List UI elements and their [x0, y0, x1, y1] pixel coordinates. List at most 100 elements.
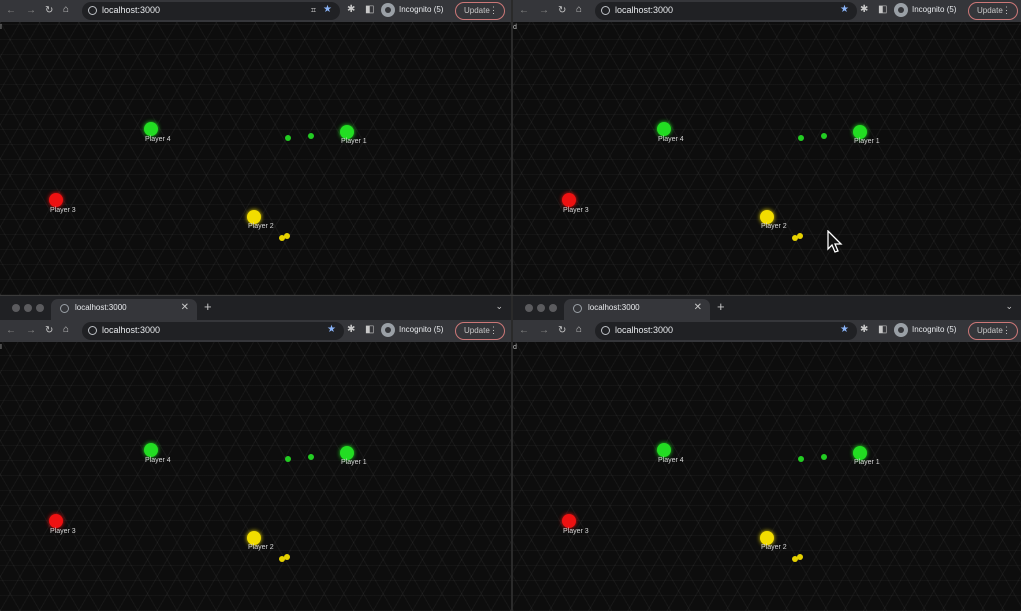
- player-1-label: Player 1: [341, 138, 367, 145]
- player-1-label: Player 1: [854, 138, 880, 145]
- reload-icon[interactable]: ↻: [45, 5, 53, 17]
- update-button[interactable]: Update ⋮: [455, 322, 505, 340]
- plus-icon[interactable]: +: [717, 299, 725, 314]
- info-icon[interactable]: [601, 326, 610, 335]
- forward-icon[interactable]: →: [26, 325, 36, 337]
- player-3-blob: [49, 193, 63, 207]
- incognito-icon[interactable]: [894, 323, 908, 337]
- star-icon[interactable]: ★: [327, 324, 336, 335]
- side-panel-icon[interactable]: ◧: [878, 324, 887, 335]
- food-pellet: [308, 133, 314, 139]
- player-1-label: Player 1: [341, 459, 367, 466]
- game-canvas[interactable]: I Player 1 Player 2 Player 3 Player 4: [0, 342, 511, 611]
- window-close-button[interactable]: [525, 304, 533, 312]
- update-button[interactable]: Update ⋮: [968, 322, 1018, 340]
- food-pellet: [284, 233, 290, 239]
- home-icon[interactable]: ⌂: [63, 324, 69, 336]
- player-1-blob: [340, 125, 354, 139]
- player-2-label: Player 2: [248, 544, 274, 551]
- food-pellet: [821, 454, 827, 460]
- side-panel-icon[interactable]: ◧: [365, 4, 374, 15]
- info-icon[interactable]: [88, 326, 97, 335]
- player-2-label: Player 2: [761, 223, 787, 230]
- player-1-blob: [340, 446, 354, 460]
- player-4-label: Player 4: [658, 136, 684, 143]
- menu-dots-icon[interactable]: ⋮: [489, 5, 498, 16]
- incognito-icon[interactable]: [381, 323, 395, 337]
- address-bar[interactable]: localhost:3000 ★: [595, 322, 857, 340]
- player-2-blob: [760, 531, 774, 545]
- game-canvas[interactable]: d Player 1 Player 2 Player 3 Player 4: [513, 342, 1021, 611]
- window-minimize-button[interactable]: [537, 304, 545, 312]
- browser-toolbar: ← → ↻ ⌂ localhost:3000 ★ ⌗ ✱ ◧ Incognito (5) Updat…: [0, 0, 511, 22]
- star-icon[interactable]: ★: [840, 324, 849, 335]
- game-canvas[interactable]: d Player 1 Player 2 Player 3 Player 4: [513, 22, 1021, 295]
- address-bar[interactable]: localhost:3000 ★ ⌗: [82, 2, 340, 20]
- star-icon[interactable]: ★: [323, 4, 332, 15]
- profile-label: Incognito (5): [399, 5, 444, 14]
- home-icon[interactable]: ⌂: [576, 324, 582, 336]
- chevron-down-icon[interactable]: ⌄: [495, 301, 503, 312]
- menu-dots-icon[interactable]: ⋮: [1002, 5, 1011, 16]
- browser-tab[interactable]: localhost:3000 ✕: [564, 299, 710, 320]
- tab-strip: localhost:3000 ✕ + ⌄: [513, 296, 1021, 320]
- browser-tab[interactable]: localhost:3000 ✕: [51, 299, 197, 320]
- forward-icon[interactable]: →: [539, 325, 549, 337]
- forward-icon[interactable]: →: [26, 5, 36, 17]
- update-label: Update: [977, 326, 1003, 335]
- back-icon[interactable]: ←: [6, 325, 16, 337]
- chevron-down-icon[interactable]: ⌄: [1005, 301, 1013, 312]
- info-icon[interactable]: [88, 6, 97, 15]
- forward-icon[interactable]: →: [539, 5, 549, 17]
- player-1-label: Player 1: [854, 459, 880, 466]
- address-bar[interactable]: localhost:3000 ★: [595, 2, 857, 20]
- incognito-icon[interactable]: [894, 3, 908, 17]
- home-icon[interactable]: ⌂: [576, 4, 582, 16]
- home-icon[interactable]: ⌂: [63, 4, 69, 16]
- back-icon[interactable]: ←: [6, 5, 16, 17]
- window-zoom-button[interactable]: [549, 304, 557, 312]
- plus-icon[interactable]: +: [204, 299, 212, 314]
- extensions-icon[interactable]: ✱: [347, 4, 355, 15]
- update-button[interactable]: Update ⋮: [968, 2, 1018, 20]
- side-panel-icon[interactable]: ◧: [365, 324, 374, 335]
- game-canvas[interactable]: I Player 1 Player 2 Player 3 Player 4: [0, 22, 511, 295]
- food-pellet: [797, 233, 803, 239]
- close-icon[interactable]: ✕: [694, 302, 702, 313]
- extensions-icon[interactable]: ✱: [860, 324, 868, 335]
- reload-icon[interactable]: ↻: [45, 325, 53, 337]
- tab-title: localhost:3000: [75, 303, 127, 312]
- info-icon[interactable]: [601, 6, 610, 15]
- player-4-label: Player 4: [145, 457, 171, 464]
- tab-title: localhost:3000: [588, 303, 640, 312]
- update-label: Update: [464, 326, 490, 335]
- window-close-button[interactable]: [12, 304, 20, 312]
- menu-dots-icon[interactable]: ⋮: [1002, 325, 1011, 336]
- player-4-blob: [144, 443, 158, 457]
- food-pellet: [284, 554, 290, 560]
- star-icon[interactable]: ★: [840, 4, 849, 15]
- reload-icon[interactable]: ↻: [558, 5, 566, 17]
- profile-label: Incognito (5): [399, 325, 444, 334]
- side-panel-icon[interactable]: ◧: [878, 4, 887, 15]
- player-2-blob: [247, 531, 261, 545]
- menu-dots-icon[interactable]: ⋮: [489, 325, 498, 336]
- incognito-icon[interactable]: [381, 3, 395, 17]
- food-pellet: [285, 135, 291, 141]
- player-4-label: Player 4: [658, 457, 684, 464]
- qr-code-icon[interactable]: ⌗: [311, 5, 316, 16]
- address-bar[interactable]: localhost:3000 ★: [82, 322, 344, 340]
- window-zoom-button[interactable]: [36, 304, 44, 312]
- url-text: localhost:3000: [615, 5, 674, 15]
- close-icon[interactable]: ✕: [181, 302, 189, 313]
- window-minimize-button[interactable]: [24, 304, 32, 312]
- back-icon[interactable]: ←: [519, 325, 529, 337]
- extensions-icon[interactable]: ✱: [347, 324, 355, 335]
- back-icon[interactable]: ←: [519, 5, 529, 17]
- update-button[interactable]: Update ⋮: [455, 2, 505, 20]
- tab-strip: localhost:3000 ✕ + ⌄: [0, 296, 511, 320]
- extensions-icon[interactable]: ✱: [860, 4, 868, 15]
- corner-letter: d: [513, 344, 517, 351]
- profile-label: Incognito (5): [912, 5, 957, 14]
- reload-icon[interactable]: ↻: [558, 325, 566, 337]
